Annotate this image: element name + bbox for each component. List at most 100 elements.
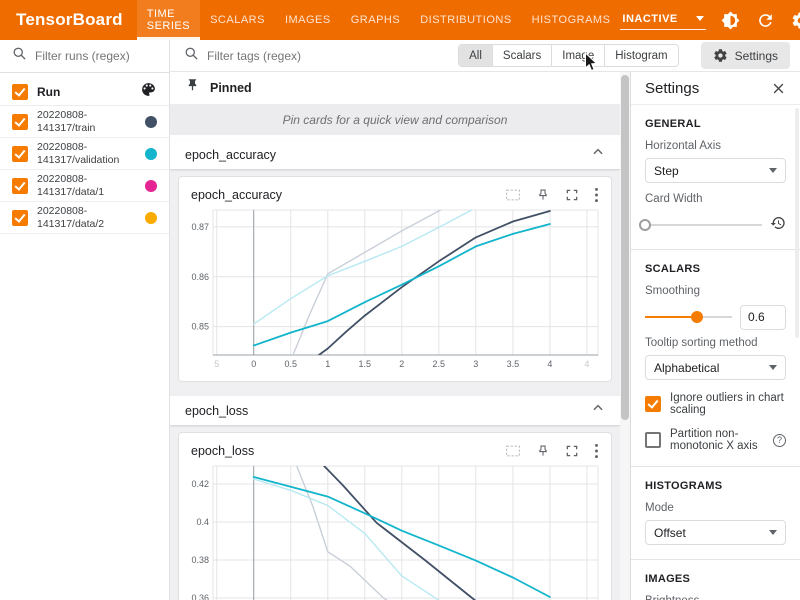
chevron-down-icon — [769, 530, 777, 535]
settings-scrollbar[interactable] — [795, 108, 799, 338]
help-icon[interactable]: ? — [773, 434, 786, 447]
reload-status-select[interactable]: INACTIVE — [620, 11, 705, 30]
svg-text:0.42: 0.42 — [191, 479, 209, 489]
smoothing-label: Smoothing — [645, 285, 786, 297]
fullscreen-icon[interactable] — [565, 444, 579, 458]
run-row-data-1[interactable]: 20220808-141317/data/1 — [0, 170, 169, 202]
run-name-line1: 20220808- — [37, 141, 87, 153]
run-checkbox[interactable] — [12, 178, 28, 194]
more-options-icon[interactable] — [594, 443, 599, 459]
svg-text:4: 4 — [584, 359, 589, 369]
select-all-runs-checkbox[interactable] — [12, 84, 28, 100]
run-filter-row — [0, 40, 169, 73]
pinned-title: Pinned — [210, 81, 252, 95]
run-name-line1: 20220808- — [37, 205, 87, 217]
palette-icon[interactable] — [140, 81, 157, 103]
status-label: INACTIVE — [622, 13, 677, 25]
horizontal-axis-label: Horizontal Axis — [645, 140, 786, 152]
run-checkbox[interactable] — [12, 146, 28, 162]
run-row-train[interactable]: 20220808-141317/train — [0, 106, 169, 138]
run-name-line2: 141317/validation — [37, 154, 119, 166]
pin-card-icon[interactable] — [536, 444, 550, 458]
settings-panel-title: Settings — [645, 80, 699, 97]
chip-scalars[interactable]: Scalars — [493, 45, 552, 66]
chevron-up-icon[interactable] — [591, 401, 605, 420]
ignore-outliers-checkbox[interactable] — [645, 396, 661, 412]
tab-scalars[interactable]: SCALARS — [200, 0, 275, 40]
svg-text:1: 1 — [325, 359, 330, 369]
card-width-slider[interactable] — [645, 215, 762, 235]
epoch-accuracy-chart[interactable]: 500.511.522.533.5440.850.860.87 — [187, 208, 603, 377]
run-color-dot — [145, 212, 157, 224]
horizontal-axis-select[interactable]: Step — [645, 158, 786, 183]
chip-image[interactable]: Image — [552, 45, 605, 66]
tab-images[interactable]: IMAGES — [275, 0, 341, 40]
tag-type-filter-group: All Scalars Image Histogram — [458, 44, 679, 67]
app-header: TensorBoard TIME SERIES SCALARS IMAGES G… — [0, 0, 800, 40]
section-header-epoch-accuracy[interactable]: epoch_accuracy — [170, 140, 620, 169]
horizontal-axis-value: Step — [654, 164, 679, 178]
more-options-icon[interactable] — [594, 187, 599, 203]
fit-to-data-icon[interactable] — [505, 188, 521, 202]
smoothing-value-input[interactable] — [740, 305, 786, 330]
section-title: epoch_loss — [185, 404, 248, 418]
run-row-data-2[interactable]: 20220808-141317/data/2 — [0, 202, 169, 234]
svg-text:2.5: 2.5 — [433, 359, 446, 369]
chip-all[interactable]: All — [459, 45, 493, 66]
svg-text:0.36: 0.36 — [191, 593, 209, 600]
partition-x-checkbox[interactable] — [645, 432, 661, 448]
tag-filter-input[interactable] — [207, 49, 450, 63]
main-scrollbar[interactable] — [620, 72, 630, 600]
tab-graphs[interactable]: GRAPHS — [341, 0, 410, 40]
pinned-hint: Pin cards for a quick view and compariso… — [283, 113, 508, 127]
settings-button[interactable]: Settings — [701, 42, 790, 69]
smoothing-slider[interactable] — [645, 307, 732, 327]
tab-distributions[interactable]: DISTRIBUTIONS — [410, 0, 521, 40]
close-icon[interactable] — [771, 81, 786, 96]
tooltip-sort-select[interactable]: Alphabetical — [645, 355, 786, 380]
svg-text:0.4: 0.4 — [196, 517, 209, 527]
svg-text:0.38: 0.38 — [191, 555, 209, 565]
histogram-mode-select[interactable]: Offset — [645, 520, 786, 545]
scalar-card-epoch-accuracy: epoch_accuracy — [178, 176, 612, 382]
svg-text:0.5: 0.5 — [284, 359, 297, 369]
histogram-mode-value: Offset — [654, 526, 686, 540]
run-name-line2: 141317/train — [37, 122, 95, 134]
run-name-line1: 20220808- — [37, 173, 87, 185]
section-header-epoch-loss[interactable]: epoch_loss — [170, 396, 620, 425]
card-width-label: Card Width — [645, 193, 786, 205]
scalar-card-epoch-loss: epoch_loss — [178, 432, 612, 600]
ignore-outliers-row[interactable]: Ignore outliers in chart scaling — [645, 392, 786, 416]
main-nav: TIME SERIES SCALARS IMAGES GRAPHS DISTRI… — [137, 0, 621, 40]
cards-scroll-area: Pinned Pin cards for a quick view and co… — [170, 72, 620, 600]
settings-panel: Settings GENERAL Horizontal Axis Step Ca… — [630, 72, 800, 600]
fullscreen-icon[interactable] — [565, 188, 579, 202]
chevron-up-icon[interactable] — [591, 145, 605, 164]
app-logo: TensorBoard — [0, 10, 137, 30]
card-title: epoch_loss — [187, 444, 254, 458]
svg-text:3: 3 — [473, 359, 478, 369]
svg-text:0: 0 — [251, 359, 256, 369]
epoch-loss-chart[interactable]: 500.511.522.533.5440.360.380.40.42 — [187, 464, 603, 600]
search-icon — [184, 46, 199, 66]
run-row-validation[interactable]: 20220808-141317/validation — [0, 138, 169, 170]
fit-to-data-icon[interactable] — [505, 444, 521, 458]
run-checkbox[interactable] — [12, 210, 28, 226]
tab-time-series[interactable]: TIME SERIES — [137, 0, 200, 40]
scrollbar-thumb[interactable] — [621, 75, 629, 420]
pin-card-icon[interactable] — [536, 188, 550, 202]
run-filter-input[interactable] — [35, 49, 157, 63]
partition-x-row[interactable]: Partition non-monotonic X axis? — [645, 428, 786, 452]
theme-toggle-icon[interactable] — [721, 10, 741, 30]
histograms-heading: HISTOGRAMS — [645, 480, 786, 492]
svg-text:3.5: 3.5 — [507, 359, 520, 369]
refresh-icon[interactable] — [756, 10, 776, 30]
scalars-heading: SCALARS — [645, 263, 786, 275]
svg-text:4: 4 — [547, 359, 552, 369]
card-width-reset-icon[interactable] — [770, 215, 786, 236]
chip-histogram[interactable]: Histogram — [605, 45, 677, 66]
settings-icon[interactable] — [791, 10, 800, 30]
tab-histograms[interactable]: HISTOGRAMS — [522, 0, 621, 40]
svg-text:0.87: 0.87 — [191, 222, 209, 232]
run-checkbox[interactable] — [12, 114, 28, 130]
